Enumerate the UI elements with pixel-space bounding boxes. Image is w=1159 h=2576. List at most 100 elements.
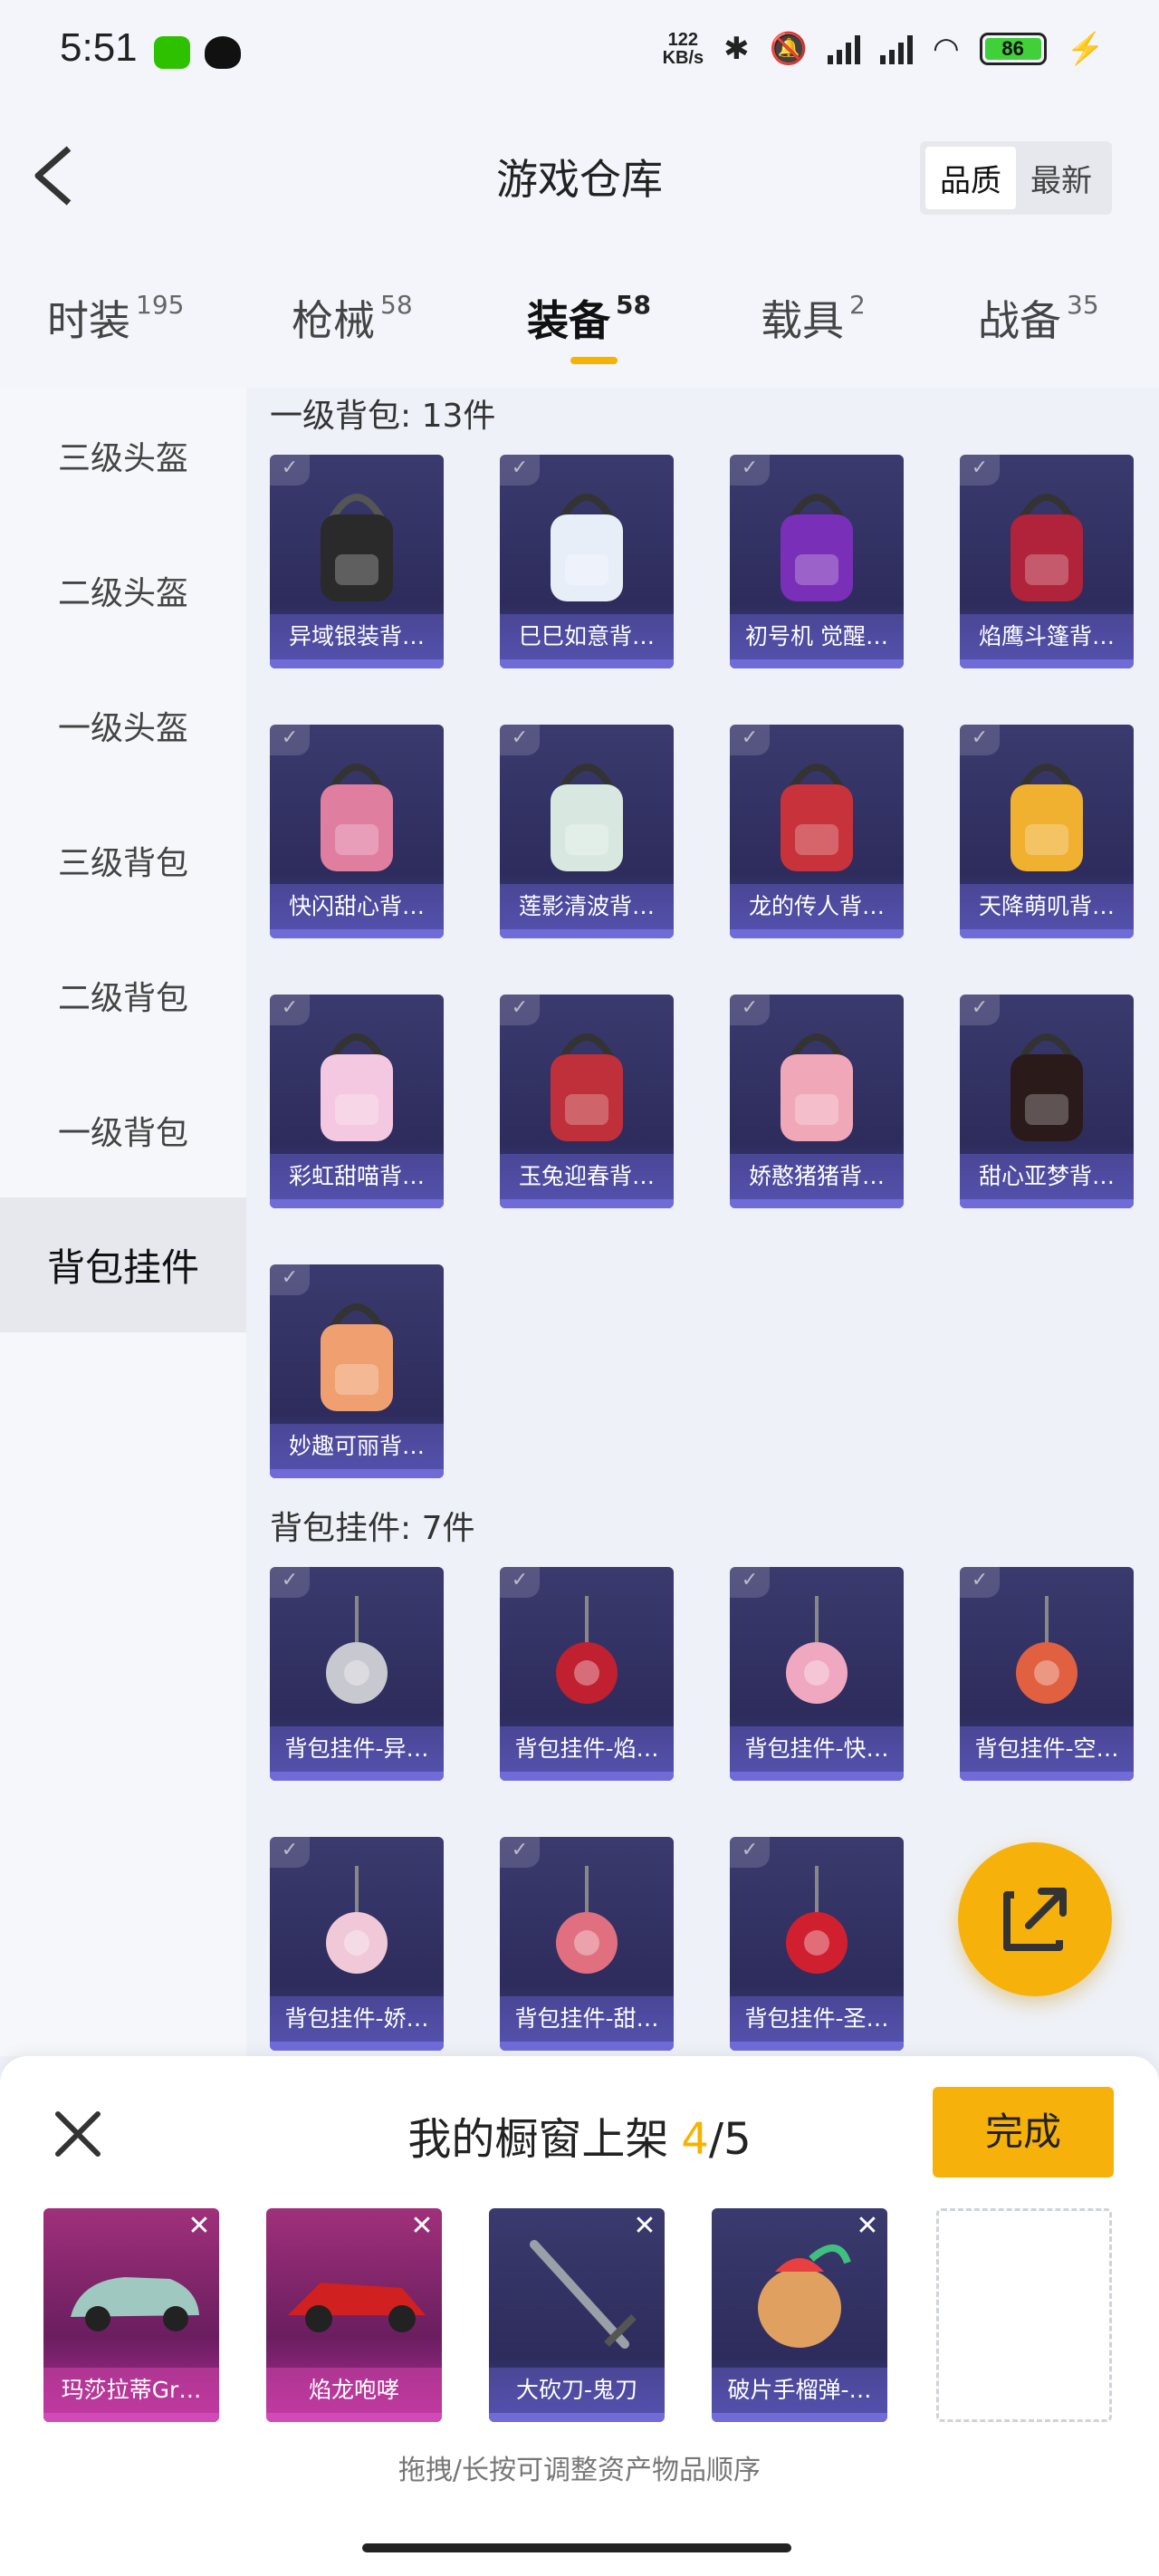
- backpack-card[interactable]: ✓ 天降萌叽背…: [960, 725, 1134, 938]
- home-indicator: [362, 2543, 791, 2552]
- tab-guns[interactable]: 枪械 58: [292, 288, 413, 348]
- empty-slot[interactable]: [936, 2208, 1112, 2422]
- backpack-image: [321, 1033, 393, 1141]
- backpack-card[interactable]: ✓ 甜心亚梦背…: [960, 995, 1134, 1208]
- rarity-bar: [730, 929, 904, 938]
- item-label: 焰鹰斗篷背…: [960, 614, 1134, 659]
- showcase-panel: 我的橱窗上架 4/5 完成 ✕ 玛莎拉蒂Gr… ✕ 焰龙咆哮 ✕ 大砍刀-鬼刀 ✕ 破片手榴弹-…: [0, 2056, 1159, 2576]
- item-label: 背包挂件-空…: [960, 1726, 1134, 1772]
- backpack-card[interactable]: ✓ 初号机 觉醒…: [730, 455, 904, 668]
- rarity-bar: [712, 2413, 887, 2422]
- section-title-backpacks: 一级背包: 13件: [270, 398, 496, 435]
- sort-quality[interactable]: 品质: [925, 147, 1016, 209]
- sidebar-item-level1-backpack[interactable]: 一级背包: [0, 1062, 246, 1197]
- sort-newest[interactable]: 最新: [1016, 147, 1106, 209]
- charm-image: [556, 1866, 618, 1974]
- shelf-item[interactable]: ✕ 破片手榴弹-…: [712, 2208, 887, 2422]
- rarity-bar: [500, 659, 674, 668]
- showcase-shelf: ✕ 玛莎拉蒂Gr… ✕ 焰龙咆哮 ✕ 大砍刀-鬼刀 ✕ 破片手榴弹-…: [43, 2208, 1121, 2426]
- wechat-icon: [154, 36, 190, 69]
- shelf-item-label: 玛莎拉蒂Gr…: [43, 2368, 219, 2413]
- share-button[interactable]: [958, 1842, 1112, 1996]
- remove-icon[interactable]: ✕: [183, 2212, 216, 2244]
- charging-icon: ⚡: [1066, 32, 1105, 66]
- charm-card[interactable]: ✓ 背包挂件-圣…: [730, 1837, 904, 2051]
- backpack-image: [781, 494, 853, 601]
- rarity-bar: [730, 2042, 904, 2051]
- rarity-bar: [500, 2042, 674, 2051]
- charm-card[interactable]: ✓ 背包挂件-快…: [730, 1567, 904, 1781]
- rarity-bar: [489, 2413, 665, 2422]
- item-list[interactable]: 一级背包: 13件 ✓ 异域银装背… ✓ 巳巳如意背… ✓ 初号机 觉醒… ✓ 焰鹰斗篷背… ✓…: [246, 388, 1159, 2056]
- tab-equipment[interactable]: 装备 58: [527, 288, 651, 348]
- backpack-card[interactable]: ✓ 焰鹰斗篷背…: [960, 455, 1134, 668]
- battery-level: 86: [984, 38, 1041, 60]
- charm-card[interactable]: ✓ 背包挂件-娇…: [270, 1837, 444, 2051]
- item-label: 天降萌叽背…: [960, 884, 1134, 929]
- tab-vehicles[interactable]: 载具 2: [761, 288, 866, 348]
- backpack-image: [551, 494, 623, 601]
- charm-image: [1016, 1596, 1078, 1704]
- item-label: 龙的传人背…: [730, 884, 904, 929]
- item-label: 初号机 觉醒…: [730, 614, 904, 659]
- share-icon: [1003, 1888, 1067, 1951]
- rarity-bar: [43, 2413, 219, 2422]
- backpack-card[interactable]: ✓ 龙的传人背…: [730, 725, 904, 938]
- remove-icon[interactable]: ✕: [851, 2212, 884, 2244]
- backpack-card[interactable]: ✓ 异域银装背…: [270, 455, 444, 668]
- item-label: 背包挂件-娇…: [270, 1996, 444, 2042]
- remove-icon[interactable]: ✕: [628, 2212, 661, 2244]
- backpack-card[interactable]: ✓ 彩虹甜喵背…: [270, 995, 444, 1208]
- sidebar-item-level3-helmet[interactable]: 三级头盔: [0, 388, 246, 523]
- backpack-image: [1011, 1033, 1083, 1141]
- item-label: 背包挂件-甜…: [500, 1996, 674, 2042]
- item-label: 异域银装背…: [270, 614, 444, 659]
- backpack-card[interactable]: ✓ 妙趣可丽背…: [270, 1264, 444, 1478]
- tab-fashion[interactable]: 时装 195: [47, 288, 184, 348]
- sidebar: 三级头盔 二级头盔 一级头盔 三级背包 二级背包 一级背包 背包挂件: [0, 388, 246, 2056]
- backpack-card[interactable]: ✓ 巳巳如意背…: [500, 455, 674, 668]
- wifi-icon: ◠: [932, 32, 960, 66]
- signal-icon-2: [879, 34, 913, 64]
- net-speed: 122 KB/s: [662, 30, 704, 68]
- shelf-item[interactable]: ✕ 玛莎拉蒂Gr…: [43, 2208, 219, 2422]
- sidebar-item-level1-helmet[interactable]: 一级头盔: [0, 658, 246, 793]
- shelf-item[interactable]: ✕ 焰龙咆哮: [266, 2208, 442, 2422]
- tab-combat-gear[interactable]: 战备 35: [978, 288, 1099, 348]
- backpack-image: [321, 1303, 393, 1411]
- reorder-hint: 拖拽/长按可调整资产物品顺序: [398, 2455, 761, 2486]
- sidebar-item-level2-helmet[interactable]: 二级头盔: [0, 523, 246, 658]
- item-label: 娇憨猪猪背…: [730, 1154, 904, 1199]
- charm-card[interactable]: ✓ 背包挂件-异…: [270, 1567, 444, 1781]
- item-label: 玉兔迎春背…: [500, 1154, 674, 1199]
- category-tabs: 时装 195 枪械 58 装备 58 载具 2 战备 35: [0, 243, 1159, 388]
- sort-toggle: 品质 最新: [920, 141, 1112, 215]
- rarity-bar: [270, 1199, 444, 1208]
- charm-card[interactable]: ✓ 背包挂件-甜…: [500, 1837, 674, 2051]
- active-tab-indicator: [570, 357, 618, 364]
- rarity-bar: [500, 1772, 674, 1781]
- charm-card[interactable]: ✓ 背包挂件-焰…: [500, 1567, 674, 1781]
- done-button[interactable]: 完成: [933, 2087, 1114, 2177]
- shelf-item[interactable]: ✕ 大砍刀-鬼刀: [489, 2208, 665, 2422]
- backpack-image: [321, 494, 393, 601]
- item-label: 背包挂件-焰…: [500, 1726, 674, 1772]
- charm-image: [326, 1866, 388, 1974]
- status-icons: 122 KB/s ✱ 🔕 ◠ 86 ⚡: [663, 31, 1105, 67]
- remove-icon[interactable]: ✕: [406, 2212, 438, 2244]
- backpack-image: [321, 764, 393, 871]
- rarity-bar: [960, 1199, 1134, 1208]
- sidebar-item-backpack-charm[interactable]: 背包挂件: [0, 1197, 246, 1332]
- backpack-card[interactable]: ✓ 玉兔迎春背…: [500, 995, 674, 1208]
- backpack-card[interactable]: ✓ 快闪甜心背…: [270, 725, 444, 938]
- rarity-bar: [500, 1199, 674, 1208]
- charm-image: [326, 1596, 388, 1704]
- sidebar-item-level3-backpack[interactable]: 三级背包: [0, 793, 246, 928]
- charm-image: [786, 1866, 848, 1974]
- charm-card[interactable]: ✓ 背包挂件-空…: [960, 1567, 1134, 1781]
- sidebar-item-level2-backpack[interactable]: 二级背包: [0, 928, 246, 1062]
- backpack-card[interactable]: ✓ 莲影清波背…: [500, 725, 674, 938]
- item-label: 快闪甜心背…: [270, 884, 444, 929]
- backpack-card[interactable]: ✓ 娇憨猪猪背…: [730, 995, 904, 1208]
- item-label: 巳巳如意背…: [500, 614, 674, 659]
